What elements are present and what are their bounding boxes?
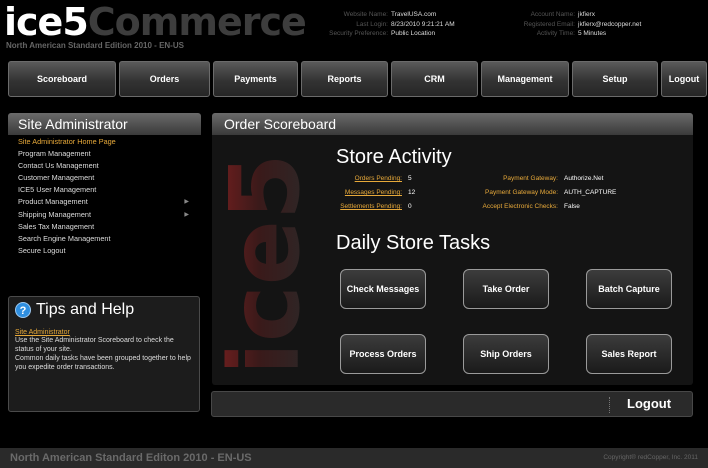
watermark-text: ice5 — [212, 153, 312, 375]
activity-time-value: 5 Minutes — [578, 30, 607, 37]
accept-echecks-value: False — [564, 203, 580, 210]
settlements-pending-value: 0 — [408, 203, 412, 210]
logo-edition-text: North American Standard Edition 2010 - E… — [6, 41, 184, 50]
submenu-arrow-icon: ▶ — [184, 211, 189, 218]
sidebar-item-sales-tax-management[interactable]: Sales Tax Management — [8, 221, 201, 233]
store-activity-title: Store Activity — [336, 146, 452, 168]
ice5-commerce-logo[interactable]: ice5Commerce North American Standard Edi… — [4, 0, 307, 50]
orders-pending-value: 5 — [408, 175, 412, 182]
tips-body: Use the Site Administrator Scoreboard to… — [9, 337, 199, 372]
sidebar-item-label: Shipping Management — [18, 209, 92, 219]
messages-pending-value: 12 — [408, 189, 416, 196]
nav-setup[interactable]: Setup — [572, 61, 658, 97]
sidebar-item-secure-logout[interactable]: Secure Logout — [8, 245, 201, 257]
submenu-arrow-icon: ▶ — [184, 199, 189, 206]
sidebar-item-program-management[interactable]: Program Management — [8, 148, 201, 160]
payment-gateway-value: Authorize.Net — [564, 175, 604, 182]
help-icon: ? — [15, 302, 31, 318]
accept-echecks-label: Accept Electronic Checks: — [482, 203, 558, 210]
footer: North American Standard Editon 2010 - EN… — [0, 448, 708, 468]
sidebar-item-customer-management[interactable]: Customer Management — [8, 172, 201, 184]
nav-logout[interactable]: Logout — [661, 61, 707, 97]
sidebar-item-shipping-management[interactable]: Shipping Management ▶ — [8, 209, 201, 221]
sidebar: Site Administrator Site Administrator Ho… — [8, 113, 201, 259]
security-preference-value: Public Location — [391, 30, 436, 37]
tips-site-administrator-link[interactable]: Site Administrator — [9, 329, 199, 336]
logout-bar: Logout — [211, 391, 693, 417]
activity-time-label: Activity Time: — [536, 30, 575, 37]
account-info: Account Name: jkfierx Registered Email: jk… — [518, 10, 642, 39]
nav-crm[interactable]: CRM — [391, 61, 478, 97]
payment-gateway-label: Payment Gateway: — [503, 175, 558, 182]
order-scoreboard-panel: Order Scoreboard ice5 Store Activity Ord… — [212, 113, 693, 385]
tips-and-help-panel: ? Tips and Help Site Administrator Use t… — [8, 296, 200, 412]
nav-management[interactable]: Management — [481, 61, 569, 97]
process-orders-button[interactable]: Process Orders — [340, 334, 426, 374]
payment-gateway-mode-value: AUTH_CAPTURE — [564, 189, 617, 196]
logo-commerce-text: Commerce — [87, 0, 307, 44]
check-messages-button[interactable]: Check Messages — [340, 269, 426, 309]
sidebar-title: Site Administrator — [8, 113, 201, 135]
take-order-button[interactable]: Take Order — [463, 269, 549, 309]
last-login-label: Last Login: — [356, 20, 388, 28]
ship-orders-button[interactable]: Ship Orders — [463, 334, 549, 374]
sales-report-button[interactable]: Sales Report — [586, 334, 672, 374]
header: ice5Commerce North American Standard Edi… — [0, 0, 708, 60]
footer-edition-text: North American Standard Editon 2010 - EN… — [10, 452, 252, 464]
logout-button[interactable]: Logout — [627, 392, 671, 416]
sidebar-item-site-admin-home[interactable]: Site Administrator Home Page — [8, 136, 201, 148]
messages-pending-link[interactable]: Messages Pending: — [332, 189, 402, 196]
account-name-value: jkfierx — [578, 11, 595, 18]
daily-store-tasks-title: Daily Store Tasks — [336, 232, 491, 254]
tips-title: Tips and Help — [36, 301, 135, 318]
ice5-watermark-logo: ice5 — [212, 153, 312, 375]
payment-gateway-mode-label: Payment Gateway Mode: — [485, 189, 558, 196]
sidebar-item-ice5-user-management[interactable]: ICE5 User Management — [8, 184, 201, 196]
tips-paragraph: Common daily tasks have been grouped tog… — [15, 355, 191, 371]
sidebar-item-contact-us-management[interactable]: Contact Us Management — [8, 160, 201, 172]
website-name-label: Website Name: — [343, 11, 388, 18]
sidebar-item-search-engine-management[interactable]: Search Engine Management — [8, 233, 201, 245]
security-preference-label: Security Preference: — [329, 30, 388, 37]
site-info: Website Name: TravelUSA.com Last Login: 8/… — [318, 10, 455, 39]
sidebar-item-product-management[interactable]: Product Management ▶ — [8, 196, 201, 208]
last-login-value: 8/23/2010 9:21:21 AM — [391, 20, 455, 28]
main-title: Order Scoreboard — [212, 113, 693, 135]
grip-handle-icon — [609, 397, 612, 413]
tips-paragraph: Use the Site Administrator Scoreboard to… — [15, 337, 174, 353]
footer-copyright: Copyright® redCopper, Inc. 2011 — [603, 454, 698, 461]
website-name-value: TravelUSA.com — [391, 11, 437, 18]
registered-email-value: jkfierx@redcopper.net — [578, 20, 642, 28]
logo-ice5-text: ice5 — [4, 0, 89, 44]
batch-capture-button[interactable]: Batch Capture — [586, 269, 672, 309]
nav-reports[interactable]: Reports — [301, 61, 388, 97]
nav-payments[interactable]: Payments — [213, 61, 298, 97]
nav-orders[interactable]: Orders — [119, 61, 210, 97]
registered-email-label: Registered Email: — [523, 20, 575, 28]
sidebar-item-label: Product Management — [18, 197, 88, 207]
orders-pending-link[interactable]: Orders Pending: — [332, 175, 402, 182]
main-nav: Scoreboard Orders Payments Reports CRM M… — [0, 61, 708, 99]
account-name-label: Account Name: — [530, 11, 575, 18]
settlements-pending-link[interactable]: Settlements Pending: — [332, 203, 402, 210]
sidebar-menu: Site Administrator Home Page Program Man… — [8, 135, 201, 259]
nav-scoreboard[interactable]: Scoreboard — [8, 61, 116, 97]
